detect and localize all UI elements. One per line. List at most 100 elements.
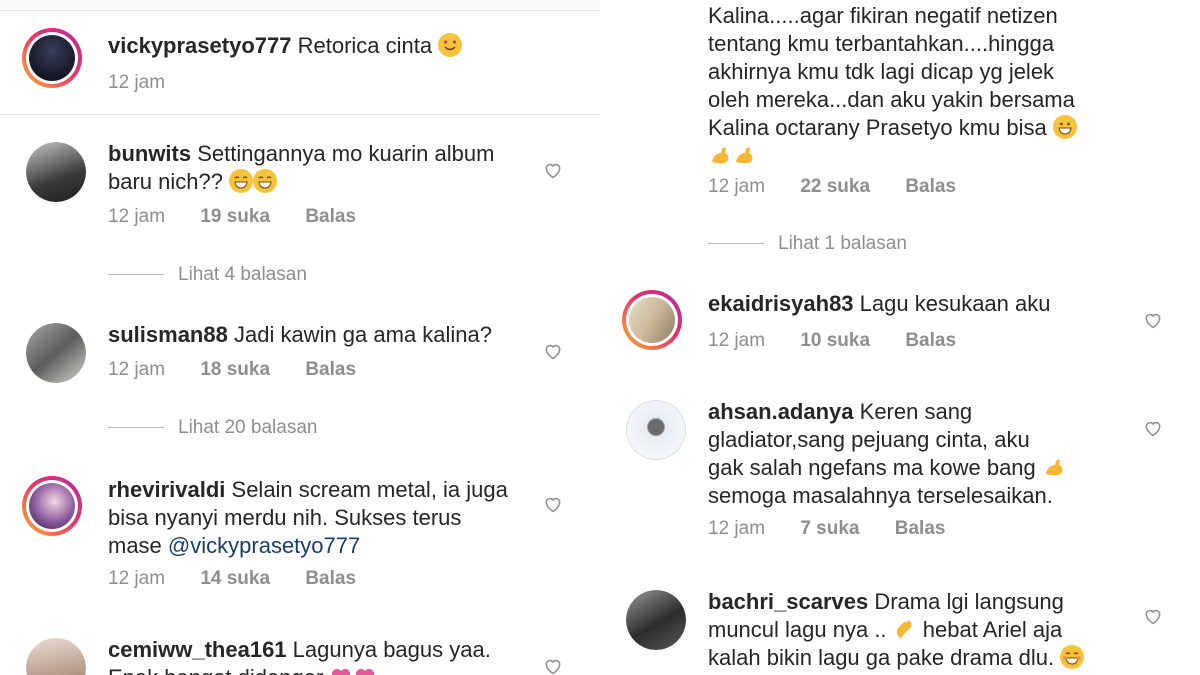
comment-text: ahsan.adanya Keren sang gladiator,sang p…	[708, 398, 1148, 510]
likes-count[interactable]: 14 suka	[200, 568, 270, 590]
comment-body-line: akhirnya kmu tdk lagi dicap yg jelek	[708, 59, 1055, 84]
comment-body: Retorica cinta	[297, 33, 433, 58]
username[interactable]: ekaidrisyah83	[708, 291, 854, 316]
comment-body-line: muncul lagu nya ..	[708, 617, 887, 642]
comment-body-line: mase	[108, 533, 162, 558]
comment-body-line: Drama lgi langsung	[874, 589, 1064, 614]
like-heart-icon[interactable]	[543, 494, 563, 514]
comment-text: Kalina.....agar fikiran negatif netizen …	[708, 2, 1168, 170]
divider	[0, 114, 600, 115]
likes-count[interactable]: 7 suka	[800, 518, 859, 540]
timestamp: 12 jam	[708, 330, 766, 351]
comment-text: cemiww_thea161 Lagunya bagus yaa. Enak b…	[108, 636, 528, 675]
avatar[interactable]	[22, 476, 82, 536]
username[interactable]: vickyprasetyo777	[108, 33, 291, 58]
timestamp: 12 jam	[708, 176, 766, 197]
comment-body-line: Lagu kesukaan aku	[859, 291, 1051, 316]
comment-text: rhevirivaldi Selain scream metal, ia jug…	[108, 476, 528, 560]
view-replies-label[interactable]: Lihat 20 balasan	[178, 417, 317, 438]
likes-count[interactable]: 18 suka	[200, 359, 270, 381]
username[interactable]: sulisman88	[108, 322, 228, 347]
reply-button[interactable]: Balas	[305, 359, 356, 381]
username[interactable]: cemiww_thea161	[108, 637, 287, 662]
like-heart-icon[interactable]	[1143, 418, 1163, 438]
comment-body-line: Settingannya mo kuarin album	[197, 141, 495, 166]
comment-text: ekaidrisyah83 Lagu kesukaan aku	[708, 290, 1128, 318]
timestamp: 12 jam	[708, 518, 766, 539]
mention-link[interactable]: @vickyprasetyo777	[168, 533, 360, 558]
like-heart-icon[interactable]	[543, 656, 563, 675]
grinning-emoji-icon	[229, 169, 254, 193]
username[interactable]: rhevirivaldi	[108, 477, 225, 502]
flexed-biceps-emoji-icon	[732, 143, 756, 167]
avatar[interactable]	[26, 323, 86, 383]
left-comments-panel: vickyprasetyo777 Retorica cinta 12 jam b…	[0, 0, 600, 675]
avatar[interactable]	[22, 28, 82, 88]
comment-body-line: Enak banget didenger	[108, 665, 323, 675]
likes-count[interactable]: 10 suka	[800, 330, 870, 352]
comment-body-line: gak salah ngefans ma kowe bang	[708, 455, 1036, 480]
comment-body-line: bisa nyanyi merdu nih. Sukses terus	[108, 505, 462, 530]
comment-text: bachri_scarves Drama lgi langsung muncul…	[708, 588, 1148, 672]
comment-body-line: Jadi kawin ga ama kalina?	[233, 322, 493, 347]
like-heart-icon[interactable]	[1143, 310, 1163, 330]
view-replies-label[interactable]: Lihat 4 balasan	[178, 264, 307, 285]
comment-body-line: gladiator,sang pejuang cinta, aku	[708, 427, 1030, 452]
comment-meta: 12 jam 7 suka Balas	[708, 518, 945, 540]
username[interactable]: bachri_scarves	[708, 589, 868, 614]
comment-body-line: Kalina octarany Prasetyo kmu bisa	[708, 115, 1047, 140]
comment-body-line: Lagunya bagus yaa.	[292, 637, 491, 662]
comment-body-line: hebat Ariel aja	[922, 617, 1063, 642]
timestamp: 12 jam	[108, 568, 166, 589]
comment-body-line: Keren sang	[859, 399, 973, 424]
smiling-emoji-icon	[1060, 645, 1085, 669]
reply-button[interactable]: Balas	[905, 176, 956, 198]
timestamp: 12 jam	[108, 206, 166, 227]
avatar[interactable]	[626, 590, 686, 650]
grinning-emoji-icon	[1052, 115, 1077, 139]
view-replies[interactable]: Lihat 4 balasan	[108, 264, 307, 286]
like-heart-icon[interactable]	[1143, 606, 1163, 626]
comment-body-line: tentang kmu terbantahkan....hingga	[708, 31, 1055, 56]
like-heart-icon[interactable]	[543, 341, 563, 361]
reply-button[interactable]: Balas	[305, 568, 356, 590]
heart-eyes-emoji-icon	[438, 33, 463, 57]
timestamp: 12 jam	[108, 72, 166, 93]
comment-meta: 12 jam 10 suka Balas	[708, 330, 956, 352]
top-bar	[0, 0, 600, 11]
avatar[interactable]	[26, 142, 86, 202]
pink-heart-emoji-icon	[353, 665, 377, 675]
right-comments-panel: Kalina.....agar fikiran negatif netizen …	[600, 0, 1200, 675]
reply-button[interactable]: Balas	[895, 518, 946, 540]
timestamp: 12 jam	[108, 359, 166, 380]
like-heart-icon[interactable]	[543, 160, 563, 180]
comment-meta: 12 jam 19 suka Balas	[108, 206, 356, 228]
comment-body-line: kalah bikin lagu ga pake drama dlu.	[708, 645, 1055, 670]
grinning-emoji-icon	[253, 169, 278, 193]
comment-meta: 12 jam 14 suka Balas	[108, 568, 356, 590]
comment-body-line: Selain scream metal, ia juga	[231, 477, 508, 502]
username[interactable]: ahsan.adanya	[708, 399, 854, 424]
view-replies[interactable]: Lihat 1 balasan	[708, 233, 907, 255]
pink-heart-emoji-icon	[329, 665, 353, 675]
clapping-hands-emoji-icon	[893, 617, 917, 641]
reply-button[interactable]: Balas	[905, 330, 956, 352]
comment-body-line: baru nich??	[108, 169, 223, 194]
avatar[interactable]	[626, 400, 686, 460]
flexed-biceps-emoji-icon	[708, 143, 732, 167]
comment-text: bunwits Settingannya mo kuarin album bar…	[108, 140, 528, 196]
likes-count[interactable]: 22 suka	[800, 176, 870, 198]
avatar[interactable]	[26, 638, 86, 675]
comment-text: sulisman88 Jadi kawin ga ama kalina?	[108, 321, 528, 349]
username[interactable]: bunwits	[108, 141, 191, 166]
likes-count[interactable]: 19 suka	[200, 206, 270, 228]
comment-meta: 12 jam 18 suka Balas	[108, 359, 356, 381]
comment-meta: 12 jam 22 suka Balas	[708, 176, 956, 198]
comment-body-line: semoga masalahnya terselesaikan.	[708, 483, 1053, 508]
avatar[interactable]	[622, 290, 682, 350]
view-replies-label[interactable]: Lihat 1 balasan	[778, 233, 907, 254]
caption-text: vickyprasetyo777 Retorica cinta	[108, 32, 528, 60]
reply-button[interactable]: Balas	[305, 206, 356, 228]
comment-meta: 12 jam	[108, 72, 165, 94]
view-replies[interactable]: Lihat 20 balasan	[108, 417, 317, 439]
